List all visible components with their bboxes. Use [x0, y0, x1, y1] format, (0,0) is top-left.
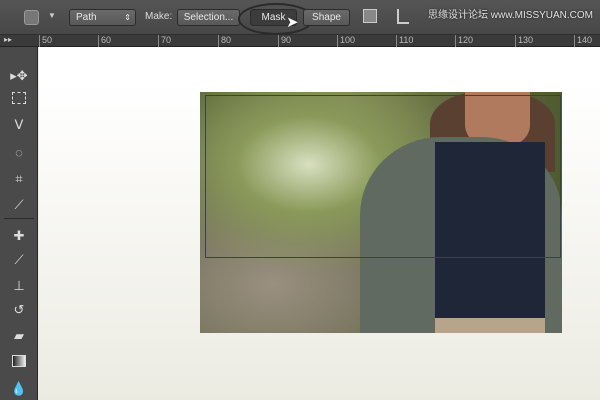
ruler-tick: 70 — [158, 35, 171, 47]
horizontal-ruler: ▸▸ 50 60 70 80 90 100 110 120 130 140 — [0, 35, 600, 47]
brush-tool-icon[interactable]: ⟋ — [10, 251, 28, 269]
divider — [4, 218, 34, 219]
tools-panel: ▸✥ ᐯ ◌ ⌗ ⟋ ✚ ⟋ ⊥ ↺ ▰ 💧 — [0, 47, 38, 400]
preset-dropdown-arrow-icon[interactable]: ▼ — [48, 11, 56, 20]
ruler-tick: 100 — [337, 35, 355, 47]
panel-collapse-icon[interactable]: ▸▸ — [4, 35, 12, 44]
selection-button[interactable]: Selection... — [177, 9, 240, 26]
options-bar: ▼ Path ⇕ Make: Selection... Mask Shape ➤ … — [0, 0, 600, 35]
healing-brush-tool-icon[interactable]: ✚ — [10, 227, 28, 245]
cursor-icon: ➤ — [286, 14, 299, 31]
make-label: Make: — [145, 11, 173, 22]
clone-stamp-tool-icon[interactable]: ⊥ — [10, 277, 28, 295]
ruler-tick: 120 — [455, 35, 473, 47]
quick-selection-tool-icon[interactable]: ◌ — [10, 144, 28, 162]
mode-select[interactable]: Path ⇕ — [69, 9, 136, 26]
work-path-rectangle[interactable] — [205, 95, 561, 258]
marquee-tool-icon[interactable] — [12, 92, 26, 104]
blur-tool-icon[interactable]: 💧 — [10, 380, 28, 398]
ruler-tick: 50 — [39, 35, 52, 47]
ruler-tick: 80 — [218, 35, 231, 47]
shape-button[interactable]: Shape — [303, 9, 350, 26]
crop-tool-icon[interactable]: ⌗ — [10, 170, 28, 188]
ruler-tick: 130 — [515, 35, 533, 47]
ruler-tick: 60 — [98, 35, 111, 47]
ruler-tick: 110 — [396, 35, 413, 47]
ruler-tick: 90 — [278, 35, 291, 47]
stepper-icon: ⇕ — [124, 13, 131, 22]
lasso-tool-icon[interactable]: ᐯ — [10, 116, 28, 134]
shape-preset-picker[interactable] — [24, 10, 39, 25]
path-alignment-icon[interactable] — [397, 9, 409, 24]
eyedropper-tool-icon[interactable]: ⟋ — [10, 196, 28, 214]
move-tool-icon[interactable]: ▸✥ — [10, 67, 28, 85]
woman-belt — [435, 318, 545, 333]
watermark: 思缘设计论坛 www.MISSYUAN.COM — [428, 10, 594, 21]
eraser-tool-icon[interactable]: ▰ — [10, 327, 28, 345]
gradient-tool-icon[interactable] — [12, 355, 26, 367]
history-brush-tool-icon[interactable]: ↺ — [10, 301, 28, 319]
ruler-tick: 140 — [574, 35, 592, 47]
path-operations-icon[interactable] — [363, 9, 377, 23]
